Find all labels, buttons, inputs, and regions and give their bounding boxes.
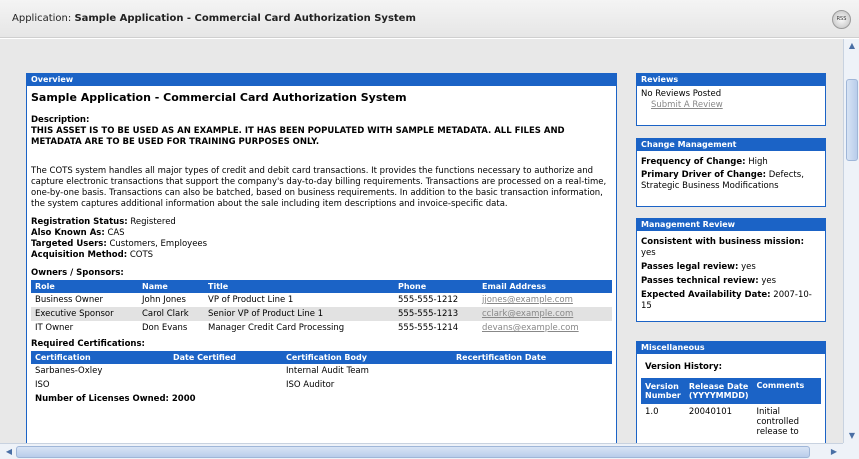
cell-phone: 555-555-1214	[398, 323, 459, 333]
certifications-label: Required Certifications:	[31, 339, 145, 349]
overview-header: Overview	[27, 74, 616, 86]
col-role: Role	[31, 280, 138, 293]
cell-role: Executive Sponsor	[31, 307, 138, 321]
registration-status: Registration Status: Registered	[31, 217, 176, 227]
col-recert-date: Recertification Date	[452, 351, 612, 364]
vertical-scrollbar[interactable]: ▲ ▼	[843, 39, 859, 443]
change-management-panel: Change Management Frequency of Change: H…	[636, 138, 826, 207]
certifications-table: Certification Date Certified Certificati…	[31, 351, 612, 392]
targeted-users: Targeted Users: Customers, Employees	[31, 239, 208, 249]
col-cert-body: Certification Body	[282, 351, 452, 364]
cell-cert-body: ISO Auditor	[286, 380, 335, 390]
description-label: Description:	[31, 115, 90, 125]
overview-panel: Overview Sample Application - Commercial…	[26, 73, 617, 443]
consistent-mission: Consistent with business mission: yes	[641, 237, 804, 258]
title-text: Sample Application - Commercial Card Aut…	[74, 13, 416, 24]
cell-name: Carol Clark	[138, 307, 204, 321]
cell-title: VP of Product Line 1	[208, 295, 294, 305]
cell-certification: Sarbanes-Oxley	[35, 366, 103, 376]
scroll-right-arrow-icon[interactable]: ▶	[827, 445, 841, 459]
table-row: ISO ISO Auditor	[31, 378, 612, 392]
window-titlebar: Application: Sample Application - Commer…	[0, 0, 859, 38]
mgmt-header: Management Review	[637, 219, 825, 231]
col-version-number: Version Number	[641, 378, 685, 404]
cell-phone: 555-555-1213	[394, 307, 478, 321]
cell-date-certified	[169, 364, 282, 378]
misc-header: Miscellaneous	[637, 342, 825, 354]
window-title: Application: Sample Application - Commer…	[12, 13, 416, 24]
email-link[interactable]: cclark@example.com	[482, 309, 573, 319]
miscellaneous-panel: Miscellaneous Version History: Version N…	[636, 341, 826, 443]
col-certification: Certification	[31, 351, 169, 364]
page-content: Overview Sample Application - Commercial…	[0, 39, 843, 443]
table-row: Business Owner John Jones VP of Product …	[31, 293, 612, 307]
reviews-header: Reviews	[637, 74, 825, 86]
availability-date: Expected Availability Date: 2007-10-15	[641, 290, 812, 311]
technical-review: Passes technical review: yes	[641, 276, 777, 286]
also-known-as: Also Known As: CAS	[31, 228, 125, 238]
horizontal-scroll-thumb[interactable]	[16, 446, 810, 458]
table-row: IT Owner Don Evans Manager Credit Card P…	[31, 321, 612, 335]
cell-date-certified	[169, 378, 282, 392]
cell-phone: 555-555-1212	[398, 295, 459, 305]
frequency-of-change: Frequency of Change: High	[641, 157, 768, 167]
horizontal-scrollbar[interactable]: ◀ ▶	[0, 443, 843, 459]
overview-title: Sample Application - Commercial Card Aut…	[31, 91, 407, 104]
cell-recert-date	[452, 364, 612, 378]
scroll-left-arrow-icon[interactable]: ◀	[2, 445, 16, 459]
owners-label: Owners / Sponsors:	[31, 268, 124, 278]
owners-table: Role Name Title Phone Email Address Busi…	[31, 280, 612, 335]
col-phone: Phone	[394, 280, 478, 293]
cell-title: Manager Credit Card Processing	[208, 323, 345, 333]
col-name: Name	[138, 280, 204, 293]
col-date-certified: Date Certified	[169, 351, 282, 364]
cell-version: 1.0	[645, 407, 659, 417]
scroll-up-arrow-icon[interactable]: ▲	[845, 39, 859, 53]
version-history-table: Version Number Release Date (YYYYMMDD) C…	[641, 378, 821, 443]
legal-review: Passes legal review: yes	[641, 262, 756, 272]
rss-icon[interactable]: RSS	[832, 10, 851, 29]
version-header-row: Version Number Release Date (YYYYMMDD) C…	[641, 378, 821, 404]
primary-driver: Primary Driver of Change: Defects, Strat…	[641, 170, 804, 191]
table-row: Executive Sponsor Carol Clark Senior VP …	[31, 307, 612, 321]
vertical-scroll-thumb[interactable]	[846, 79, 858, 161]
version-history-label: Version History:	[645, 362, 723, 372]
cert-header-row: Certification Date Certified Certificati…	[31, 351, 612, 364]
table-row: Sarbanes-Oxley Internal Audit Team	[31, 364, 612, 378]
scrollbar-corner	[843, 443, 859, 459]
reviews-panel: Reviews No Reviews Posted Submit A Revie…	[636, 73, 826, 126]
cell-name: Don Evans	[142, 323, 188, 333]
cell-role: IT Owner	[35, 323, 74, 333]
acquisition-method: Acquisition Method: COTS	[31, 250, 154, 260]
management-review-panel: Management Review Consistent with busine…	[636, 218, 826, 322]
licenses-owned: Number of Licenses Owned: 2000	[35, 394, 196, 404]
cell-cert-body: Internal Audit Team	[286, 366, 369, 376]
col-title: Title	[204, 280, 394, 293]
email-link[interactable]: jjones@example.com	[482, 295, 573, 305]
cell-release-date: 20040101	[688, 407, 733, 417]
cell-name: John Jones	[142, 295, 186, 305]
email-link[interactable]: devans@example.com	[482, 323, 579, 333]
submit-review-link[interactable]: Submit A Review	[651, 100, 723, 110]
description-notice: THIS ASSET IS TO BE USED AS AN EXAMPLE. …	[31, 126, 565, 147]
owners-header-row: Role Name Title Phone Email Address	[31, 280, 612, 293]
col-release-date: Release Date (YYYYMMDD)	[684, 378, 753, 404]
change-header: Change Management	[637, 139, 825, 151]
scroll-down-arrow-icon[interactable]: ▼	[845, 429, 859, 443]
col-email: Email Address	[478, 280, 612, 293]
reviews-text: No Reviews Posted	[641, 89, 722, 99]
title-prefix: Application:	[12, 13, 72, 24]
col-comments: Comments	[752, 378, 821, 404]
cell-role: Business Owner	[35, 295, 103, 305]
description-paragraph: The COTS system handles all major types …	[31, 166, 607, 209]
cell-title: Senior VP of Product Line 1	[204, 307, 394, 321]
cell-comments: Initial controlled release to	[756, 407, 799, 437]
cell-certification: ISO	[35, 380, 50, 390]
table-row: 1.0 20040101 Initial controlled release …	[641, 404, 821, 443]
cell-recert-date	[452, 378, 612, 392]
